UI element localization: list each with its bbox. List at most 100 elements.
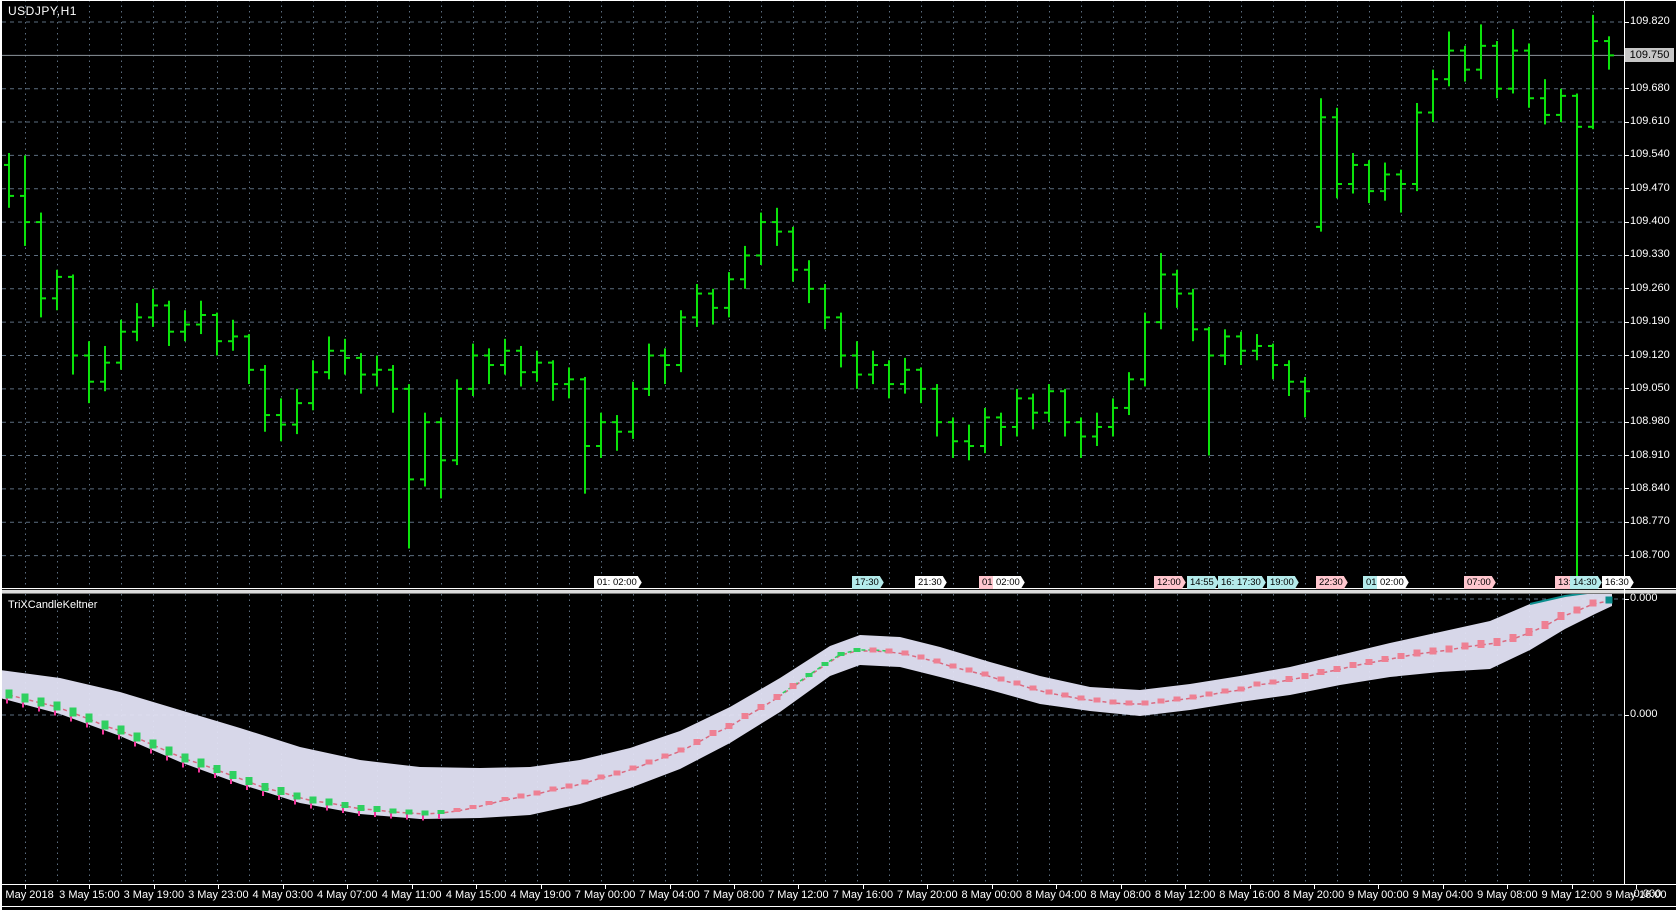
ohlc-bar (1348, 153, 1358, 194)
ohlc-bar (324, 336, 334, 380)
date-label: 8 May 04:00 (1025, 889, 1087, 901)
ohlc-bar (612, 415, 622, 451)
price-axis-label: 109.190 (1630, 315, 1670, 328)
indicator-candle (1333, 666, 1341, 672)
ohlc-bar (1028, 393, 1038, 430)
indicator-candle (629, 765, 637, 771)
indicator-candle (1221, 688, 1229, 694)
price-axis-tick (1624, 288, 1629, 290)
indicator-candle (245, 777, 253, 785)
indicator-candles (5, 596, 1613, 821)
indicator-candle (261, 783, 269, 791)
ohlc-bar (1460, 45, 1470, 82)
price-axis-label: 108.840 (1630, 481, 1670, 494)
ohlc-bar (804, 260, 814, 304)
price-axis-tick (1624, 88, 1629, 90)
ohlc-bar (964, 424, 974, 461)
date-label: 4 May 15:00 (445, 889, 507, 901)
ohlc-bar (580, 376, 590, 494)
ohlc-bar (340, 338, 350, 375)
ohlc-bar (1252, 334, 1262, 361)
indicator-candle (1029, 685, 1037, 691)
indicator-candle (677, 747, 685, 753)
indicator-candle (869, 647, 877, 653)
ohlc-bar (1556, 88, 1566, 123)
ohlc-bar (1364, 160, 1374, 204)
indicator-candle (965, 667, 973, 673)
indicator-candle (21, 693, 29, 703)
ohlc-bar (980, 407, 990, 454)
indicator-candle (1509, 634, 1517, 642)
ohlc-bar (1060, 388, 1070, 437)
date-label: 7 May 04:00 (639, 889, 700, 901)
indicator-candle (837, 652, 845, 656)
ohlc-bar (52, 269, 62, 311)
ohlc-bar (852, 341, 862, 389)
main-price-chart[interactable] (0, 0, 1676, 588)
price-axis-tick (1624, 121, 1629, 123)
indicator-candle (389, 808, 397, 814)
indicator-candle (133, 732, 141, 742)
indicator-candle (197, 758, 205, 768)
price-axis-label: 109.120 (1630, 348, 1670, 361)
ohlc-bar (1444, 31, 1454, 87)
date-label: 3 May 15:00 (59, 889, 120, 901)
indicator-candle (1477, 640, 1485, 648)
indicator-candle (373, 806, 381, 812)
indicator-candle (709, 730, 717, 736)
indicator-candle (1237, 686, 1245, 692)
indicator-candle (1461, 642, 1469, 650)
indicator-candle (725, 723, 733, 729)
ohlc-bar (1572, 93, 1582, 588)
indicator-axis-label: 0.000 (1630, 708, 1658, 720)
indicator-candle (405, 809, 413, 815)
indicator-axis-tick (1624, 714, 1629, 716)
indicator-candle (981, 671, 989, 677)
indicator-candle (309, 796, 317, 804)
indicator-candle (693, 739, 701, 745)
indicator-candle (885, 648, 893, 654)
ohlc-bar (372, 355, 382, 387)
indicator-candle (213, 765, 221, 773)
indicator-candle (821, 662, 829, 666)
indicator-candle (1381, 656, 1389, 662)
ohlc-bar (1268, 343, 1278, 380)
ohlc-bar (932, 384, 942, 437)
symbol-timeframe-label: USDJPY,H1 (8, 4, 77, 18)
price-axis-label: 109.400 (1630, 215, 1670, 228)
ohlc-bar (484, 348, 494, 385)
ohlc-bar (916, 367, 926, 404)
ohlc-bar (644, 343, 654, 396)
indicator-candle (1317, 669, 1325, 675)
indicator-candle (741, 713, 749, 719)
ohlc-bar (36, 212, 46, 318)
indicator-candle (1045, 689, 1053, 695)
ohlc-bar (1108, 398, 1118, 437)
ohlc-bar (1236, 331, 1246, 366)
indicator-candle (645, 759, 653, 765)
indicator-candle (117, 725, 125, 735)
ohlc-bar (164, 300, 174, 346)
price-axis-tick (1624, 355, 1629, 356)
ohlc-bar (1508, 29, 1518, 94)
time-axis-line (0, 884, 1676, 885)
indicator-candle (69, 707, 77, 717)
ohlc-bar (1140, 312, 1150, 387)
ohlc-bar (1284, 360, 1294, 396)
price-axis-tick (1624, 521, 1629, 523)
date-label: 9 May 12:00 (1541, 889, 1603, 901)
indicator-candle (949, 663, 957, 669)
date-label: 8 May 12:00 (1154, 889, 1216, 901)
indicator-panel[interactable] (0, 594, 1676, 884)
price-axis-label: 109.820 (1630, 15, 1670, 27)
indicator-candle (1445, 645, 1453, 653)
ohlc-bar (1300, 376, 1310, 418)
date-label: 4 May 03:00 (252, 889, 314, 901)
indicator-candle (1557, 612, 1565, 620)
date-label: 4 May 11:00 (381, 889, 442, 901)
indicator-candle (1413, 649, 1421, 657)
indicator-candle (53, 701, 61, 711)
indicator-candle (469, 805, 477, 809)
ohlc-bar (1124, 372, 1134, 416)
ohlc-bar (1316, 98, 1326, 232)
